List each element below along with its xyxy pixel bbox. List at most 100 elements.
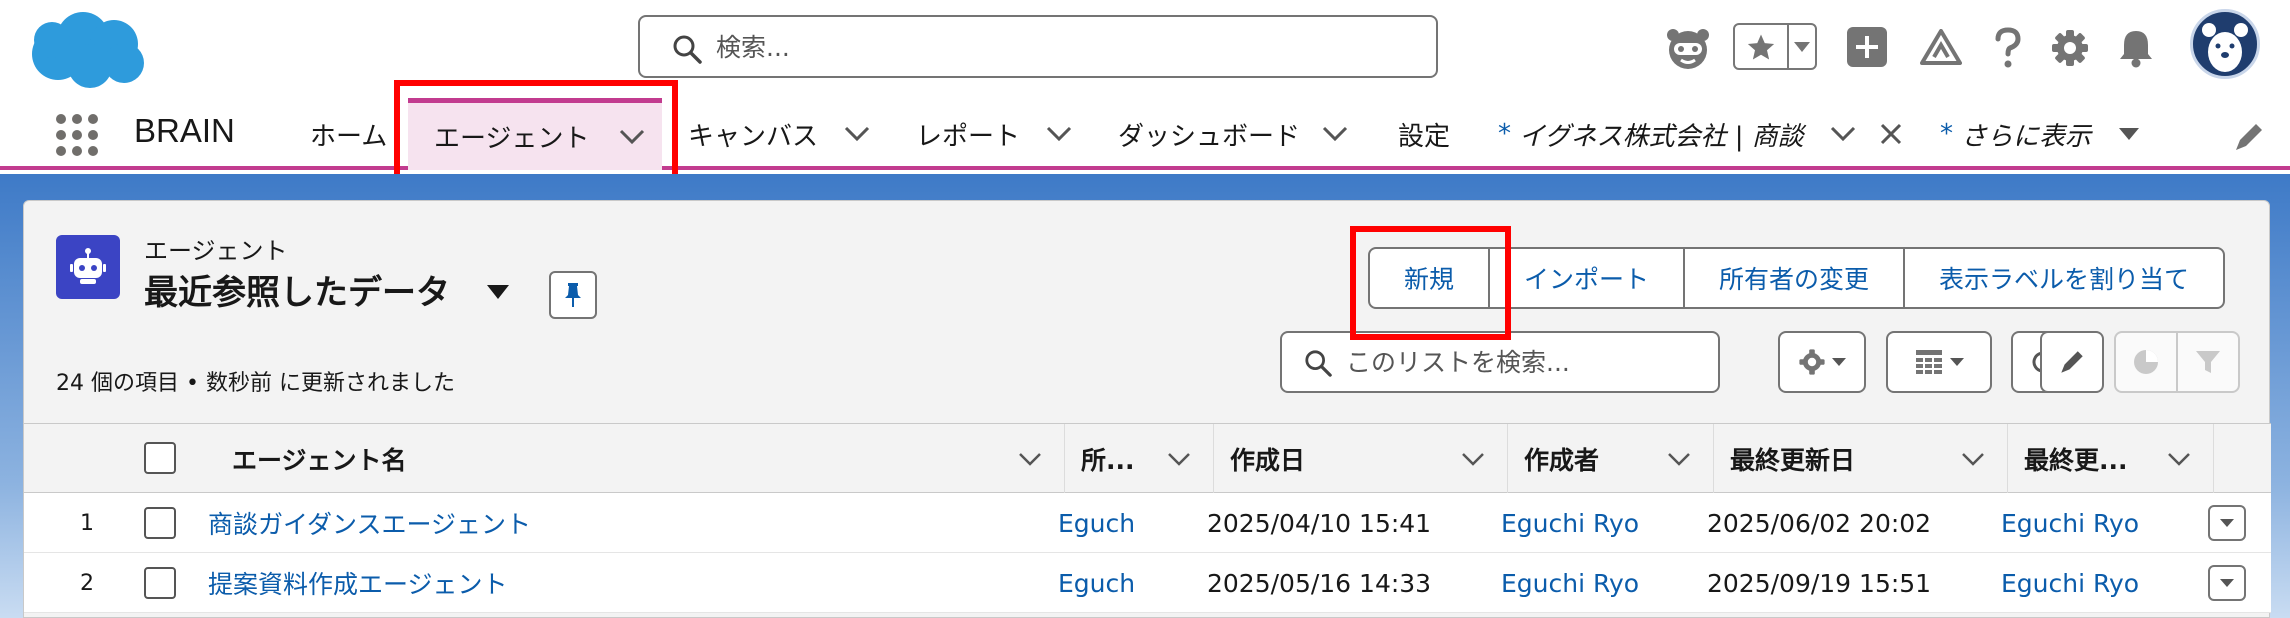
avatar[interactable] xyxy=(2190,9,2260,79)
pin-list-view-button[interactable] xyxy=(549,271,597,319)
last-modified-date: 2025/06/02 20:02 xyxy=(1707,508,1932,538)
chevron-down-icon[interactable] xyxy=(619,129,645,145)
nav-item-label: ホーム xyxy=(310,121,388,152)
column-header-agent-name[interactable]: エージェント名 xyxy=(208,424,1065,494)
chevron-down-icon[interactable] xyxy=(1167,452,1191,466)
table-row: 1 商談ガイダンスエージェント Eguch 2025/04/10 15:41 E… xyxy=(24,493,2271,553)
robot-icon xyxy=(56,235,120,299)
created-date: 2025/04/10 15:41 xyxy=(1207,508,1432,538)
agent-name-link[interactable]: 提案資料作成エージェント xyxy=(208,553,508,613)
nav-item-label: イグネス株式会社 | 商談 xyxy=(1519,121,1804,152)
agent-name-link[interactable]: 商談ガイダンスエージェント xyxy=(208,493,531,553)
column-header-created-date[interactable]: 作成日 xyxy=(1214,424,1508,494)
einstein-icon[interactable] xyxy=(1660,20,1716,76)
owner-link[interactable]: Eguch xyxy=(1058,553,1135,613)
list-status-text: 24 個の項目 • 数秒前 に更新されました xyxy=(56,371,455,396)
filter-button[interactable] xyxy=(2176,333,2238,391)
caret-down-icon xyxy=(2220,579,2234,587)
chevron-down-icon[interactable] xyxy=(1667,452,1691,466)
list-view-title[interactable]: 最近参照したデータ xyxy=(144,265,450,314)
list-view-card: エージェント 最近参照したデータ 新規 インポート 所有者の変更 表示ラベルを割… xyxy=(23,200,2271,618)
global-search-input[interactable] xyxy=(716,31,1416,63)
chart-icon xyxy=(2134,350,2158,374)
favorites-button[interactable] xyxy=(1735,25,1789,68)
table-icon xyxy=(1916,350,1942,374)
nav-item-agents[interactable]: エージェント xyxy=(408,98,662,170)
row-actions-button[interactable] xyxy=(2208,505,2246,541)
plus-icon xyxy=(1856,36,1878,58)
list-settings-button[interactable] xyxy=(1778,331,1866,393)
import-button[interactable]: インポート xyxy=(1488,249,1683,307)
chart-button[interactable] xyxy=(2116,333,2176,391)
created-by-link[interactable]: Eguchi Ryo xyxy=(1501,553,1639,613)
favorites-group xyxy=(1733,23,1817,70)
pencil-icon[interactable] xyxy=(2232,120,2266,154)
nav-item-reports[interactable]: レポート xyxy=(916,98,1072,170)
display-as-button[interactable] xyxy=(1886,331,1992,393)
row-number: 1 xyxy=(80,510,94,536)
chevron-down-icon[interactable] xyxy=(2167,452,2191,466)
search-icon xyxy=(673,35,702,64)
caret-down-icon xyxy=(1832,358,1846,366)
list-search[interactable] xyxy=(1280,331,1720,393)
unsaved-indicator: * xyxy=(1940,119,1953,149)
nav-item-label: 設定 xyxy=(1398,121,1451,152)
help-icon[interactable] xyxy=(1986,20,2030,76)
chevron-down-icon[interactable] xyxy=(1830,126,1856,142)
created-by-link[interactable]: Eguchi Ryo xyxy=(1501,493,1639,553)
favorites-list-button[interactable] xyxy=(1789,25,1815,68)
nav-item-label: キャンバス xyxy=(688,121,819,152)
chevron-down-icon[interactable] xyxy=(1461,452,1485,466)
list-search-input[interactable] xyxy=(1346,346,1706,378)
chart-filter-group xyxy=(2114,331,2240,393)
column-header-last-modified-date[interactable]: 最終更新日 xyxy=(1714,424,2008,494)
salesforce-cloud-logo[interactable] xyxy=(28,8,146,90)
column-header-created-by[interactable]: 作成者 xyxy=(1508,424,1714,494)
list-view-picker-caret-icon[interactable] xyxy=(487,285,509,299)
nav-item-label: さらに表示 xyxy=(1961,121,2092,152)
object-label: エージェント xyxy=(144,237,288,265)
nav-item-settings[interactable]: 設定 xyxy=(1398,98,1450,170)
chevron-down-icon[interactable] xyxy=(1961,452,1985,466)
column-header-last-modified-by[interactable]: 最終更... xyxy=(2008,424,2214,494)
assign-label-button[interactable]: 表示ラベルを割り当て xyxy=(1903,249,2223,307)
bell-icon[interactable] xyxy=(2114,20,2158,76)
row-checkbox[interactable] xyxy=(144,507,176,539)
gear-icon[interactable] xyxy=(2046,20,2094,76)
caret-down-icon xyxy=(1794,41,1810,52)
pin-icon xyxy=(565,283,581,307)
last-modified-by-link[interactable]: Eguchi Ryo xyxy=(2001,553,2139,613)
column-header-owner[interactable]: 所... xyxy=(1065,424,1214,494)
close-icon[interactable] xyxy=(1880,123,1902,145)
nav-item-opportunity-tab[interactable]: * イグネス株式会社 | 商談 xyxy=(1498,98,1902,170)
app-navigation: BRAIN ホーム エージェント キャンバス レポート ダッシュボード 設定 *… xyxy=(0,98,2290,170)
chevron-down-icon[interactable] xyxy=(844,126,870,142)
change-owner-button[interactable]: 所有者の変更 xyxy=(1683,249,1903,307)
nav-item-label: ダッシュボード xyxy=(1118,121,1301,152)
gear-icon xyxy=(1799,349,1825,375)
nav-item-canvas[interactable]: キャンバス xyxy=(688,98,870,170)
chevron-down-icon[interactable] xyxy=(1018,452,1042,466)
row-number: 2 xyxy=(80,570,94,596)
caret-down-icon xyxy=(1950,358,1964,366)
nav-item-label: レポート xyxy=(916,121,1021,152)
global-actions-button[interactable] xyxy=(1847,27,1887,67)
trailhead-icon[interactable] xyxy=(1916,20,1966,76)
search-icon xyxy=(1305,350,1332,377)
caret-down-icon xyxy=(2119,128,2140,140)
app-name: BRAIN xyxy=(134,112,235,149)
inline-edit-button[interactable] xyxy=(2040,331,2104,393)
new-button[interactable]: 新規 xyxy=(1370,249,1488,307)
chevron-down-icon[interactable] xyxy=(1322,126,1348,142)
app-launcher-waffle-icon[interactable] xyxy=(56,114,100,158)
select-all-checkbox[interactable] xyxy=(144,442,176,474)
nav-item-more[interactable]: * さらに表示 xyxy=(1940,98,2140,170)
chevron-down-icon[interactable] xyxy=(1046,126,1072,142)
row-actions-button[interactable] xyxy=(2208,565,2246,601)
last-modified-by-link[interactable]: Eguchi Ryo xyxy=(2001,493,2139,553)
owner-link[interactable]: Eguch xyxy=(1058,493,1135,553)
global-search[interactable] xyxy=(638,15,1438,78)
row-checkbox[interactable] xyxy=(144,567,176,599)
nav-item-home[interactable]: ホーム xyxy=(310,98,387,170)
nav-item-dashboards[interactable]: ダッシュボード xyxy=(1118,98,1348,170)
